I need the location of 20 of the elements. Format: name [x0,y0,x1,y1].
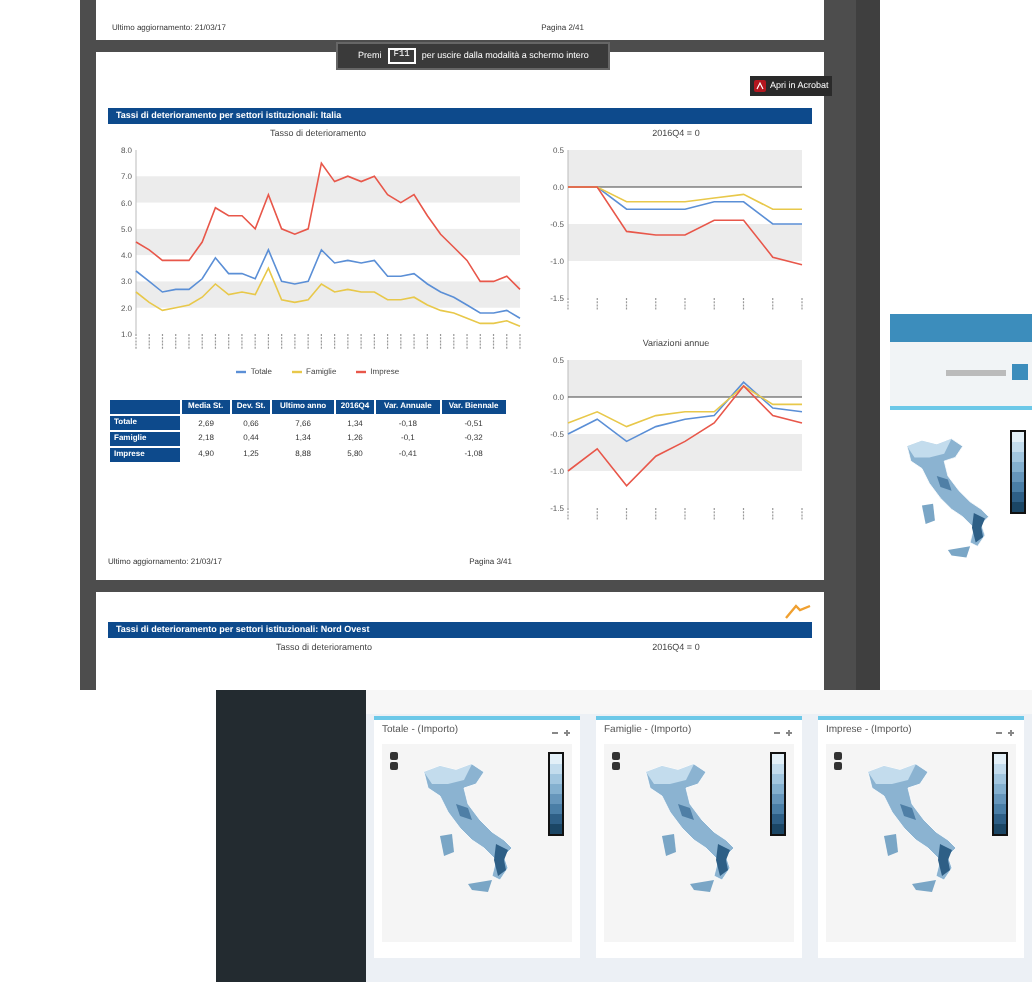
legend-swatch-icon [356,369,367,374]
legend-swatch-icon [236,369,247,374]
pdf-icon [754,80,766,92]
zoom-out-icon[interactable] [612,762,620,770]
color-scale-legend [1010,430,1026,514]
header-bar [890,314,1032,342]
color-scale-legend [992,752,1008,836]
breadcrumb-bar [946,369,1006,375]
zoom-out-icon[interactable] [390,762,398,770]
panel-controls-icon[interactable] [774,729,794,735]
panel-controls-icon[interactable] [996,729,1016,735]
color-scale-legend [770,752,786,836]
logo-icon [784,604,812,620]
zoom-out-icon[interactable] [834,762,842,770]
legend-swatch-icon [292,369,303,374]
color-scale-legend [548,752,564,836]
zoom-in-icon[interactable] [834,752,842,760]
zoom-in-icon[interactable] [612,752,620,760]
zoom-in-icon[interactable] [390,752,398,760]
panel-controls-icon[interactable] [552,729,572,735]
